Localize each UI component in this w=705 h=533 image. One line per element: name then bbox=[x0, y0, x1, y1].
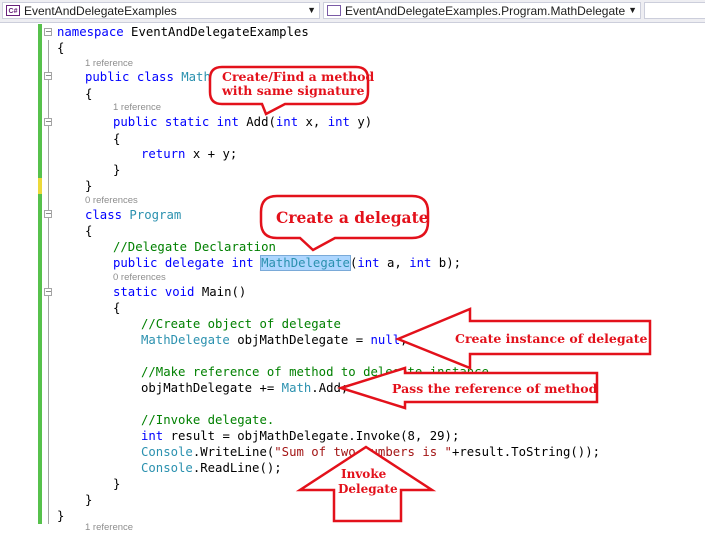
member-dropdown-value: EventAndDelegateExamples.Program.MathDel… bbox=[345, 4, 626, 18]
delegate-member-icon bbox=[327, 5, 341, 16]
code-line: { bbox=[85, 224, 93, 238]
chevron-down-icon[interactable]: ▼ bbox=[628, 3, 637, 18]
code-line: namespace EventAndDelegateExamples bbox=[57, 25, 309, 39]
arrow-text-reference: Pass the reference of method bbox=[392, 381, 598, 396]
codelens-references[interactable]: 1 reference bbox=[85, 58, 133, 69]
code-line: //Create object of delegate bbox=[141, 317, 341, 331]
code-line: } bbox=[113, 477, 121, 491]
arrow-text-invoke: Invoke Delegate bbox=[338, 467, 398, 496]
change-bar-saved bbox=[38, 194, 42, 524]
code-line: MathDelegate objMathDelegate = null; bbox=[141, 333, 408, 347]
collapse-icon[interactable]: − bbox=[44, 72, 52, 80]
project-dropdown-value: EventAndDelegateExamples bbox=[24, 4, 177, 18]
collapse-icon[interactable]: − bbox=[44, 118, 52, 126]
collapse-icon[interactable]: − bbox=[44, 210, 52, 218]
code-line: public static int Add(int x, int y) bbox=[113, 115, 373, 129]
outline-line bbox=[48, 40, 49, 524]
callout-text-delegate: Create a delegate bbox=[276, 208, 429, 227]
collapse-icon[interactable]: − bbox=[44, 28, 52, 36]
code-line: { bbox=[113, 132, 121, 146]
selected-delegate-name[interactable]: MathDelegate bbox=[260, 255, 351, 271]
codelens-references[interactable]: 1 reference bbox=[113, 102, 161, 113]
codelens-references[interactable]: 1 reference bbox=[85, 522, 133, 533]
change-bar-unsaved bbox=[38, 178, 42, 194]
code-line: } bbox=[113, 163, 121, 177]
member-dropdown[interactable]: EventAndDelegateExamples.Program.MathDel… bbox=[323, 2, 641, 19]
code-line: { bbox=[85, 87, 93, 101]
code-line: { bbox=[113, 301, 121, 315]
callout-text-method: Create/Find a method with same signature bbox=[222, 69, 375, 98]
code-line: public delegate int MathDelegate(int a, … bbox=[113, 255, 462, 271]
code-line: static void Main() bbox=[113, 285, 247, 299]
csharp-project-icon: C# bbox=[6, 5, 20, 16]
navigation-bar: C# EventAndDelegateExamples ▼ EventAndDe… bbox=[0, 0, 705, 23]
collapse-icon[interactable]: − bbox=[44, 288, 52, 296]
code-line: public class Math bbox=[85, 70, 211, 84]
code-line: return x + y; bbox=[141, 147, 238, 161]
code-line: //Delegate Declaration bbox=[113, 240, 276, 254]
codelens-references[interactable]: 0 references bbox=[113, 272, 166, 283]
change-bar-saved bbox=[38, 24, 42, 178]
third-dropdown[interactable] bbox=[644, 2, 705, 19]
code-line: } bbox=[57, 509, 65, 523]
chevron-down-icon[interactable]: ▼ bbox=[307, 3, 316, 18]
arrow-text-instance: Create instance of delegate bbox=[455, 331, 648, 346]
code-line: class Program bbox=[85, 208, 182, 222]
code-line: Console.WriteLine("Sum of two numbers is… bbox=[141, 445, 601, 459]
code-line: { bbox=[57, 41, 65, 55]
codelens-references[interactable]: 0 references bbox=[85, 195, 138, 206]
code-line: } bbox=[85, 493, 93, 507]
code-line: Console.ReadLine(); bbox=[141, 461, 282, 475]
code-line: objMathDelegate += Math.Add; bbox=[141, 381, 349, 395]
code-line: //Invoke delegate. bbox=[141, 413, 275, 427]
code-line: } bbox=[85, 179, 93, 193]
code-line: int result = objMathDelegate.Invoke(8, 2… bbox=[141, 429, 460, 443]
code-line: //Make reference of method to delegate i… bbox=[141, 365, 489, 379]
project-dropdown[interactable]: C# EventAndDelegateExamples ▼ bbox=[2, 2, 320, 19]
